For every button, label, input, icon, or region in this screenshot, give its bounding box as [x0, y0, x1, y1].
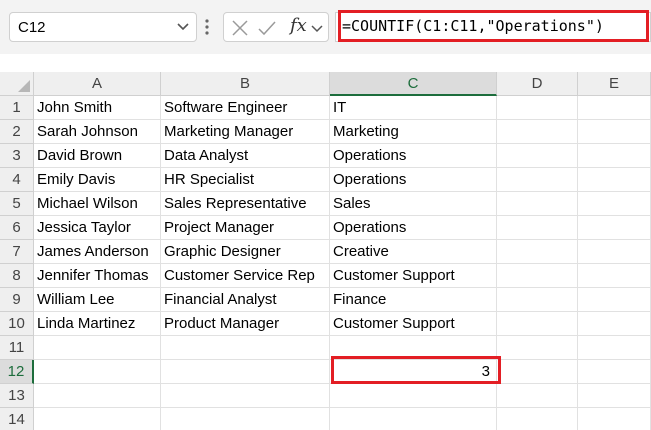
row-header-5[interactable]: 5	[0, 192, 34, 216]
cell-d13[interactable]	[497, 384, 578, 408]
cell-b10[interactable]: Product Manager	[161, 312, 330, 336]
chevron-down-icon[interactable]	[310, 18, 324, 38]
cell-a8[interactable]: Jennifer Thomas	[34, 264, 161, 288]
cell-d5[interactable]	[497, 192, 578, 216]
cell-d7[interactable]	[497, 240, 578, 264]
cell-e14[interactable]	[578, 408, 651, 430]
cell-b3[interactable]: Data Analyst	[161, 144, 330, 168]
row-header-1[interactable]: 1	[0, 96, 34, 120]
cell-a1[interactable]: John Smith	[34, 96, 161, 120]
cell-e8[interactable]	[578, 264, 651, 288]
cell-b6[interactable]: Project Manager	[161, 216, 330, 240]
cell-a6[interactable]: Jessica Taylor	[34, 216, 161, 240]
cell-c4[interactable]: Operations	[330, 168, 497, 192]
cell-a12[interactable]	[34, 360, 161, 384]
cell-e6[interactable]	[578, 216, 651, 240]
name-box[interactable]: C12	[9, 12, 197, 42]
formula-buttons: fx	[223, 12, 329, 42]
cell-c9[interactable]: Finance	[330, 288, 497, 312]
cell-d12[interactable]	[497, 360, 578, 384]
cell-d4[interactable]	[497, 168, 578, 192]
more-options-icon[interactable]	[204, 18, 210, 36]
cell-a13[interactable]	[34, 384, 161, 408]
cell-c14[interactable]	[330, 408, 497, 430]
cell-b9[interactable]: Financial Analyst	[161, 288, 330, 312]
enter-check-icon[interactable]	[257, 18, 277, 38]
cell-a5[interactable]: Michael Wilson	[34, 192, 161, 216]
select-all-corner[interactable]	[0, 72, 34, 96]
chevron-down-icon[interactable]	[176, 18, 190, 36]
result-highlight-box	[331, 356, 501, 384]
cell-b14[interactable]	[161, 408, 330, 430]
cell-e11[interactable]	[578, 336, 651, 360]
column-header-e[interactable]: E	[578, 72, 651, 96]
cell-a7[interactable]: James Anderson	[34, 240, 161, 264]
cell-a3[interactable]: David Brown	[34, 144, 161, 168]
cell-b5[interactable]: Sales Representative	[161, 192, 330, 216]
row-header-7[interactable]: 7	[0, 240, 34, 264]
cell-b7[interactable]: Graphic Designer	[161, 240, 330, 264]
cancel-icon[interactable]	[230, 18, 250, 38]
row-header-9[interactable]: 9	[0, 288, 34, 312]
row-header-13[interactable]: 13	[0, 384, 34, 408]
cell-a11[interactable]	[34, 336, 161, 360]
cell-d3[interactable]	[497, 144, 578, 168]
cell-d10[interactable]	[497, 312, 578, 336]
cell-d9[interactable]	[497, 288, 578, 312]
cell-b1[interactable]: Software Engineer	[161, 96, 330, 120]
insert-function-button[interactable]: fx	[290, 15, 307, 36]
cell-d2[interactable]	[497, 120, 578, 144]
cell-c1[interactable]: IT	[330, 96, 497, 120]
cell-c7[interactable]: Creative	[330, 240, 497, 264]
cell-c5[interactable]: Sales	[330, 192, 497, 216]
cell-b12[interactable]	[161, 360, 330, 384]
row-header-6[interactable]: 6	[0, 216, 34, 240]
row-header-12[interactable]: 12	[0, 360, 34, 384]
cell-e5[interactable]	[578, 192, 651, 216]
cell-c6[interactable]: Operations	[330, 216, 497, 240]
row-header-11[interactable]: 11	[0, 336, 34, 360]
cell-c10[interactable]: Customer Support	[330, 312, 497, 336]
cell-b11[interactable]	[161, 336, 330, 360]
row-header-4[interactable]: 4	[0, 168, 34, 192]
column-header-a[interactable]: A	[34, 72, 161, 96]
cell-d6[interactable]	[497, 216, 578, 240]
cell-d11[interactable]	[497, 336, 578, 360]
cell-e7[interactable]	[578, 240, 651, 264]
cell-c3[interactable]: Operations	[330, 144, 497, 168]
cell-e13[interactable]	[578, 384, 651, 408]
cell-c8[interactable]: Customer Support	[330, 264, 497, 288]
column-header-d[interactable]: D	[497, 72, 578, 96]
cell-e4[interactable]	[578, 168, 651, 192]
column-header-b[interactable]: B	[161, 72, 330, 96]
row-header-10[interactable]: 10	[0, 312, 34, 336]
cell-b8[interactable]: Customer Service Rep	[161, 264, 330, 288]
cell-e9[interactable]	[578, 288, 651, 312]
cell-a4[interactable]: Emily Davis	[34, 168, 161, 192]
cell-a14[interactable]	[34, 408, 161, 430]
cell-d1[interactable]	[497, 96, 578, 120]
row-header-2[interactable]: 2	[0, 120, 34, 144]
cell-c13[interactable]	[330, 384, 497, 408]
cell-e2[interactable]	[578, 120, 651, 144]
name-box-value: C12	[18, 19, 46, 36]
cell-c2[interactable]: Marketing	[330, 120, 497, 144]
cell-e1[interactable]	[578, 96, 651, 120]
cell-a2[interactable]: Sarah Johnson	[34, 120, 161, 144]
row-header-8[interactable]: 8	[0, 264, 34, 288]
row-header-14[interactable]: 14	[0, 408, 34, 430]
cell-b13[interactable]	[161, 384, 330, 408]
formula-highlight-box	[338, 10, 649, 42]
cell-b2[interactable]: Marketing Manager	[161, 120, 330, 144]
cell-e10[interactable]	[578, 312, 651, 336]
row-header-3[interactable]: 3	[0, 144, 34, 168]
cell-e12[interactable]	[578, 360, 651, 384]
cell-d14[interactable]	[497, 408, 578, 430]
cell-d8[interactable]	[497, 264, 578, 288]
cell-a10[interactable]: Linda Martinez	[34, 312, 161, 336]
cell-e3[interactable]	[578, 144, 651, 168]
cell-a9[interactable]: William Lee	[34, 288, 161, 312]
cell-b4[interactable]: HR Specialist	[161, 168, 330, 192]
column-header-c[interactable]: C	[330, 72, 497, 96]
